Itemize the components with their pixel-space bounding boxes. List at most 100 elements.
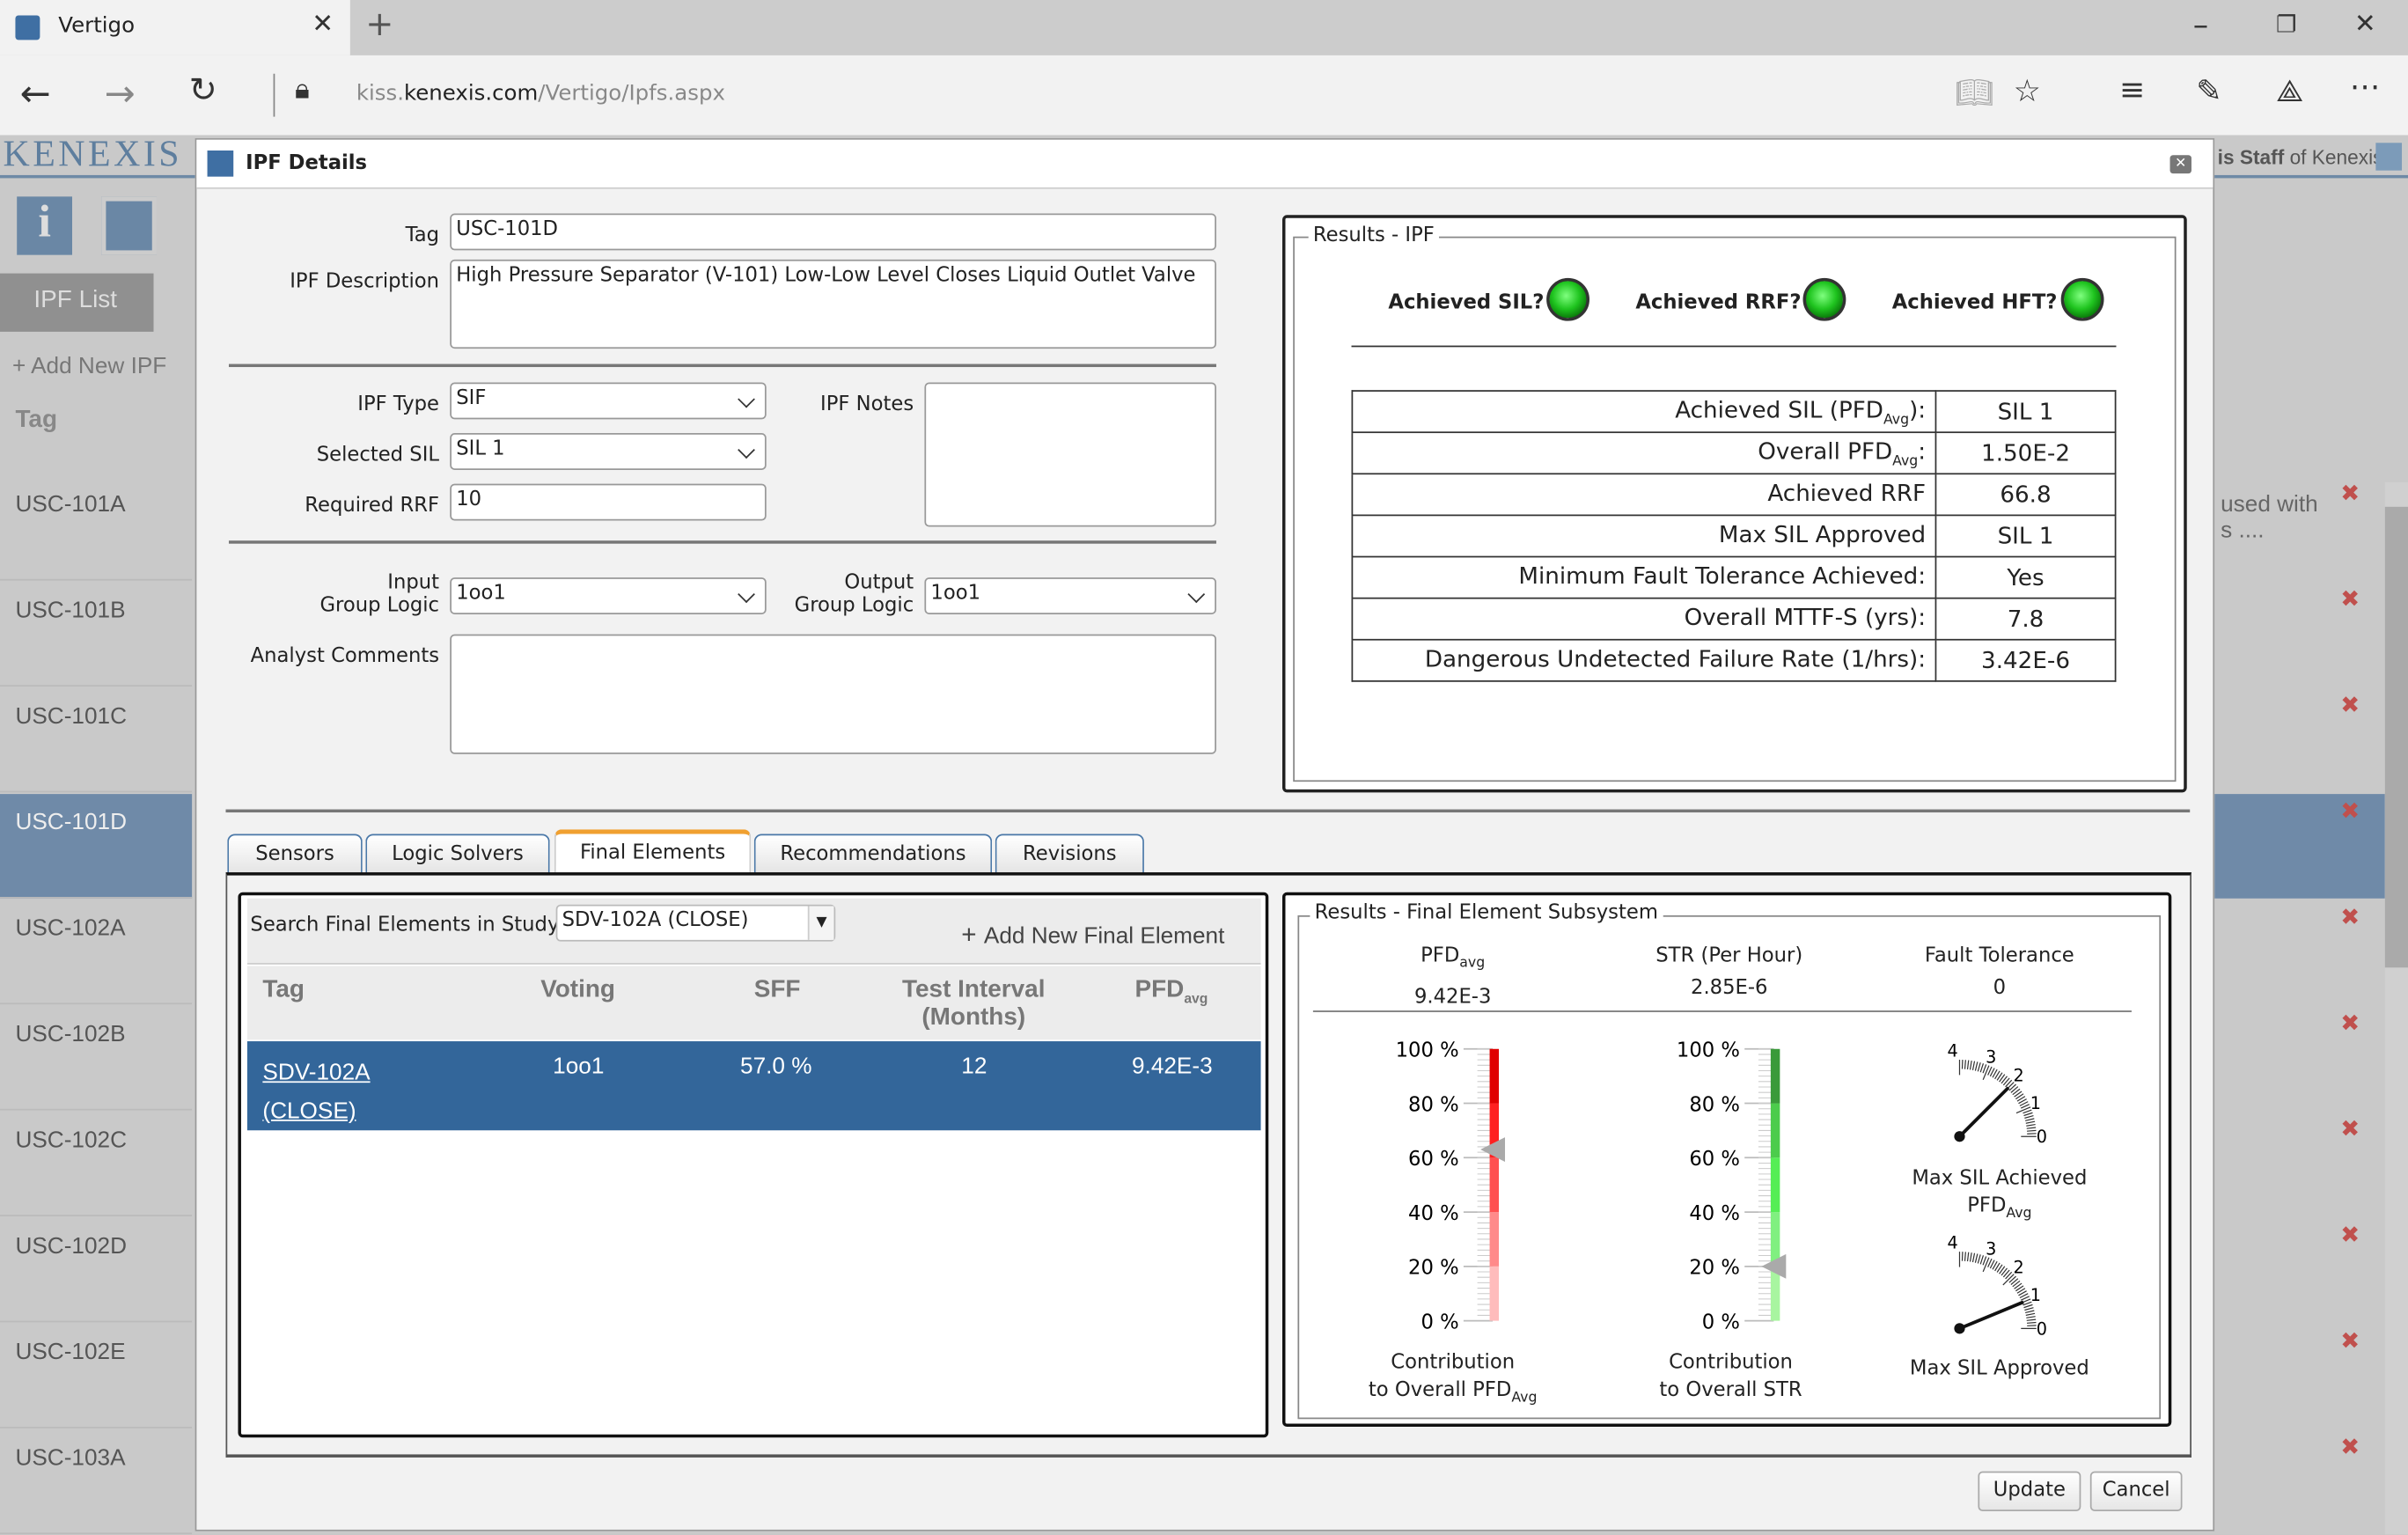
search-label: Search Final Elements in Study: [250, 914, 565, 937]
favorite-star-icon[interactable]: ☆ [2014, 76, 2041, 106]
delete-row-icon[interactable]: ✖ [2340, 903, 2360, 930]
final-element-tag-link[interactable]: SDV-102A (CLOSE) [262, 1054, 370, 1130]
analyst-comments-textarea[interactable] [450, 634, 1216, 754]
achieved-hft-indicator-icon [2060, 277, 2104, 321]
tick-label: 20 % [1408, 1257, 1459, 1280]
delete-row-icon[interactable]: ✖ [2340, 479, 2360, 506]
gauge-tick [2025, 1118, 2035, 1121]
ipf-list-row[interactable]: USC-102E [0, 1324, 193, 1429]
delete-row-icon[interactable]: ✖ [2340, 585, 2360, 613]
ipf-notes-textarea[interactable] [924, 382, 1216, 527]
tag-column-header[interactable]: Tag [15, 407, 57, 434]
gauge-tick [2026, 1316, 2036, 1318]
tick-label: 60 % [1408, 1148, 1459, 1171]
update-button[interactable]: Update [1978, 1471, 2081, 1511]
dropdown-arrow-icon[interactable]: ▼ [807, 906, 834, 940]
output-group-logic-select[interactable]: 1oo1 [924, 577, 1216, 614]
ipf-list-tab[interactable]: IPF List [0, 273, 154, 332]
tab-recommendations[interactable]: Recommendations [753, 834, 993, 874]
web-note-icon[interactable]: ✎ [2196, 76, 2221, 106]
tab-final-elements[interactable]: Final Elements [554, 829, 752, 876]
ipf-list-row[interactable]: USC-102B [0, 1006, 193, 1111]
ipf-description-textarea[interactable]: High Pressure Separator (V-101) Low-Low … [450, 259, 1216, 349]
delete-row-icon[interactable]: ✖ [2340, 1327, 2360, 1355]
column-header-test-interval[interactable]: Test Interval (Months) [882, 977, 1066, 1032]
more-icon[interactable]: ⋯ [2350, 70, 2381, 101]
refresh-icon[interactable]: ↻ [189, 75, 217, 109]
required-rrf-label: Required RRF [305, 494, 440, 518]
close-dialog-button[interactable]: ✕ [2169, 155, 2191, 174]
address-bar: ← → ↻ 🔒︎ kiss.kenexis.com/Vertigo/Ipfs.a… [0, 55, 2408, 136]
gauge-tick-label: 1 [2030, 1285, 2041, 1305]
reading-view-icon[interactable]: 📖︎ [1955, 77, 1993, 107]
required-rrf-input[interactable]: 10 [450, 483, 767, 521]
search-final-elements-combo[interactable]: SDV-102A (CLOSE) ▼ [555, 904, 836, 942]
ipf-list-row[interactable]: USC-101D [0, 794, 193, 899]
minimize-icon[interactable]: – [2193, 9, 2208, 40]
ipf-type-select[interactable]: SIF [450, 382, 767, 420]
column-header-pfdavg[interactable]: PFDavg [1134, 977, 1208, 1006]
selected-sil-label: Selected SIL [316, 444, 440, 467]
tab-revisions[interactable]: Revisions [995, 834, 1144, 874]
gauge-tick [2015, 1106, 2031, 1114]
delete-row-icon[interactable]: ✖ [2340, 1009, 2360, 1036]
ipf-list-row[interactable]: USC-101C [0, 688, 193, 793]
add-new-ipf-link[interactable]: + Add New IPF [12, 353, 166, 379]
hub-icon[interactable]: ≡ [2119, 74, 2145, 105]
add-new-final-element-button[interactable]: + Add New Final Element [961, 920, 1224, 951]
delete-row-icon[interactable]: ✖ [2340, 1115, 2360, 1142]
tag-input[interactable]: USC-101D [450, 213, 1216, 251]
new-tab-icon[interactable]: + [365, 9, 393, 42]
gauge-tick-label: 2 [2014, 1065, 2024, 1085]
gauge-tick [2025, 1310, 2035, 1314]
gauge-tick-label: 0 [2037, 1318, 2047, 1339]
gauge2-label: Max SIL Approved [1909, 1357, 2089, 1381]
gauge-tick [1969, 1252, 1972, 1262]
tab-sensors[interactable]: Sensors [227, 834, 363, 874]
share-icon[interactable]: ⟁ [2276, 76, 2303, 106]
browser-tab-strip [0, 0, 2408, 55]
dialog-title: IPF Details [246, 151, 368, 175]
max-sil-achieved-gauge-pivot [1954, 1131, 1965, 1142]
back-icon[interactable]: ← [20, 76, 51, 113]
achieved-rrf-indicator-icon [1802, 277, 1846, 321]
column-header-tag[interactable]: Tag [262, 977, 305, 1004]
browser-tab[interactable]: Vertigo ✕ [0, 0, 350, 55]
delete-row-icon[interactable]: ✖ [2340, 1433, 2360, 1460]
forward-icon[interactable]: → [105, 76, 136, 113]
close-tab-icon[interactable]: ✕ [312, 11, 334, 39]
kenexis-logo: KENEXIS [3, 135, 183, 175]
ipf-list-row[interactable]: USC-101A [0, 476, 193, 581]
cancel-button[interactable]: Cancel [2089, 1471, 2183, 1511]
ipf-list-row[interactable]: USC-102D [0, 1218, 193, 1323]
gauge1-label: Max SIL Achieved PFDAvg [1912, 1167, 2088, 1223]
restore-icon[interactable]: ❐ [2276, 13, 2296, 37]
ipf-list-row[interactable]: USC-102A [0, 900, 193, 1005]
logout-icon[interactable] [2375, 143, 2403, 171]
tab-logic-solvers[interactable]: Logic Solvers [365, 834, 550, 874]
diamond-icon[interactable] [101, 196, 157, 255]
delete-row-icon[interactable]: ✖ [2340, 691, 2360, 718]
selected-sil-select[interactable]: SIL 1 [450, 433, 767, 470]
app-icon [207, 151, 234, 177]
delete-row-icon[interactable]: ✖ [2340, 797, 2360, 825]
scrollbar[interactable] [2384, 481, 2408, 1535]
ipf-list-row[interactable]: USC-103A [0, 1430, 193, 1535]
gauge-tick [1971, 1061, 1976, 1071]
url-field[interactable]: kiss.kenexis.com/Vertigo/Ipfs.aspx [356, 81, 725, 106]
delete-row-icon[interactable]: ✖ [2340, 1221, 2360, 1248]
str-contribution-bar-segment [1770, 1048, 1780, 1104]
ipf-list-row[interactable]: USC-101B [0, 582, 193, 687]
column-header-sff[interactable]: SFF [754, 977, 801, 1004]
gauge-tick-label: 4 [1948, 1233, 1958, 1253]
info-icon[interactable]: i [17, 196, 73, 255]
gauge-tick-label: 3 [1986, 1239, 1996, 1260]
tick-label: 40 % [1408, 1202, 1459, 1225]
close-window-icon[interactable]: ✕ [2354, 11, 2376, 39]
gauge-tick [1964, 1060, 1966, 1069]
results-row: Achieved SIL (PFDAvg): SIL 1 [1351, 390, 2117, 434]
column-header-voting[interactable]: Voting [540, 977, 615, 1004]
ipf-list-row[interactable]: USC-102C [0, 1112, 193, 1216]
cell-test-interval: 12 [961, 1054, 987, 1080]
input-group-logic-select[interactable]: 1oo1 [450, 577, 767, 614]
